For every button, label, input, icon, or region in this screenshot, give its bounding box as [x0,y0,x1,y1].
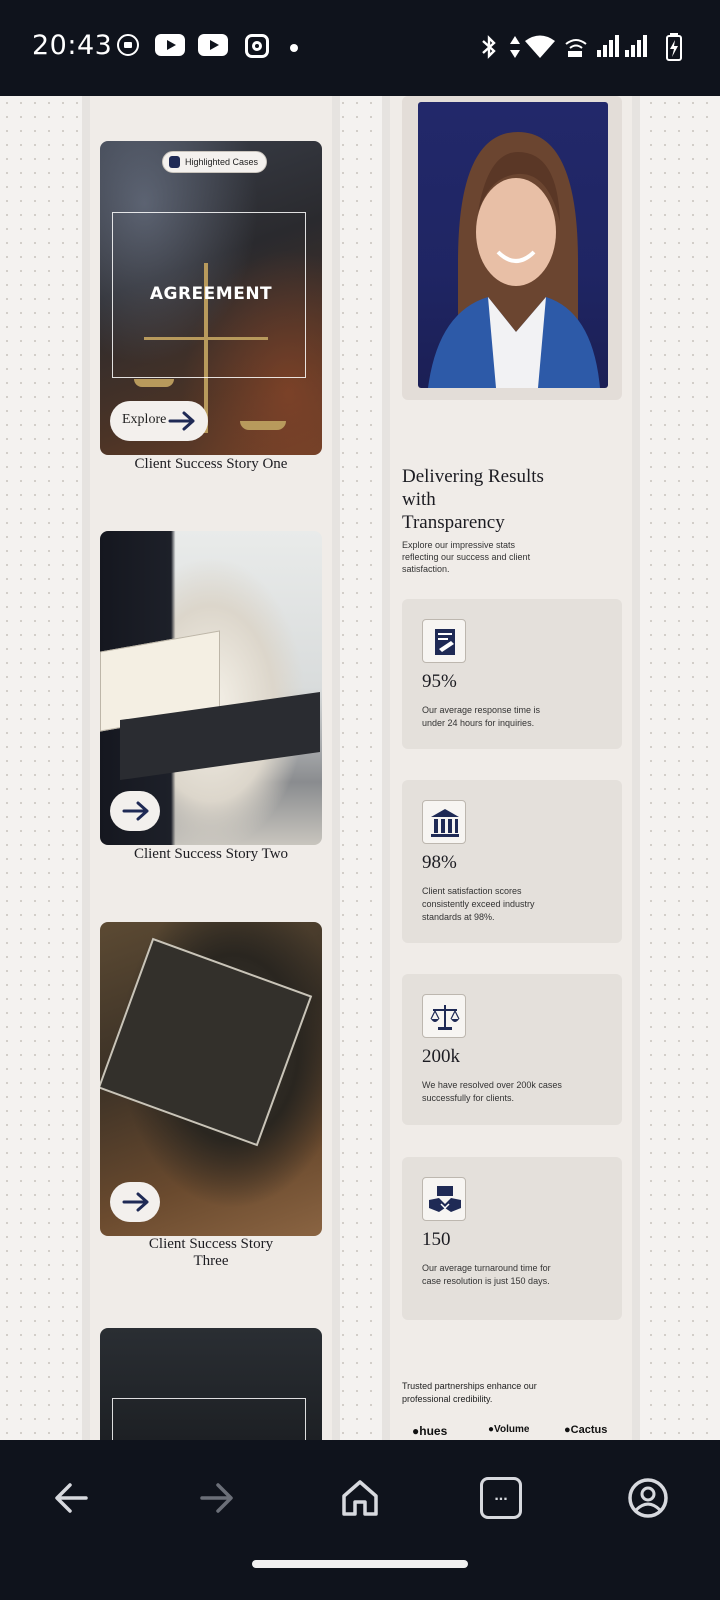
case-card-one[interactable]: Highlighted Cases AGREEMENT Explore [100,141,322,455]
stat-card-satisfaction: 98% Client satisfaction scores consisten… [402,780,622,943]
stat-value: 150 [422,1229,451,1250]
partner-logo-hues: ●hues [412,1424,448,1438]
stat-value: 200k [422,1046,460,1067]
case-title-three[interactable]: Client Success Story Three [100,1236,322,1270]
highlighted-cases-badge: Highlighted Cases [162,151,268,173]
arrow-button[interactable] [110,791,160,831]
results-description: Explore our impressive stats reflecting … [402,540,531,574]
case-title-one[interactable]: Client Success Story One [100,456,322,473]
stat-description: Our average turnaround time for case res… [422,1263,551,1286]
screen-record-icon [117,34,139,56]
back-icon[interactable] [48,1474,96,1522]
browser-nav-bar: ... [0,1440,720,1600]
agreement-heading: AGREEMENT [149,284,273,304]
signal-icon [597,35,619,57]
stat-card-resolved: 200k We have resolved over 200k cases su… [402,974,622,1125]
partner-logo-cactus: ●Cactus [564,1424,608,1436]
handshake-icon [422,1177,466,1221]
signal-icon [625,35,647,57]
wifi-calling-icon [565,39,587,57]
results-title: Delivering Results with Transparency [402,466,544,533]
arrow-button[interactable] [110,1182,160,1222]
portrait-image [428,132,600,388]
status-time: 20:43 [32,30,113,61]
partner-logo-volume: ●Volume [488,1424,530,1435]
home-icon[interactable] [336,1474,384,1522]
hero-image-frame [402,96,622,400]
courthouse-icon [422,800,466,844]
bluetooth-icon [482,35,496,59]
overlay-frame [112,1398,306,1440]
case-card-four[interactable] [100,1328,322,1440]
scales-icon [422,994,466,1038]
stat-value: 98% [422,852,457,873]
stat-value: 95% [422,671,457,692]
lawyer-portrait [418,102,608,388]
document-signature-icon [422,619,466,663]
dot-icon [290,44,298,52]
explore-button[interactable]: Explore [110,401,208,441]
case-card-three[interactable] [100,922,322,1236]
explore-label: Explore [122,412,167,427]
instagram-icon [245,34,269,58]
tabs-icon[interactable]: ... [480,1477,522,1519]
stat-description: Client satisfaction scores consistently … [422,886,535,922]
arrow-right-icon [122,1192,149,1212]
battery-charging-icon [666,33,682,61]
stat-description: Our average response time is under 24 ho… [422,705,541,728]
arrow-right-icon [168,411,195,431]
profile-icon[interactable] [624,1474,672,1522]
wifi-icon [525,35,555,58]
youtube-icon [198,34,228,56]
arrow-right-icon [122,801,149,821]
case-icon [169,156,180,168]
youtube-icon [155,34,185,56]
forward-icon[interactable] [192,1474,240,1522]
stat-description: We have resolved over 200k cases success… [422,1080,562,1103]
gesture-handle[interactable] [252,1560,468,1568]
partners-text: Trusted partnerships enhance our profess… [402,1381,537,1404]
law-book-image [100,937,313,1147]
status-bar: 20:43 [0,0,720,96]
stat-card-response: 95% Our average response time is under 2… [402,599,622,749]
case-title-two[interactable]: Client Success Story Two [100,846,322,863]
data-arrows-icon [510,36,520,58]
stat-card-turnaround: 150 Our average turnaround time for case… [402,1157,622,1320]
case-card-two[interactable] [100,531,322,845]
